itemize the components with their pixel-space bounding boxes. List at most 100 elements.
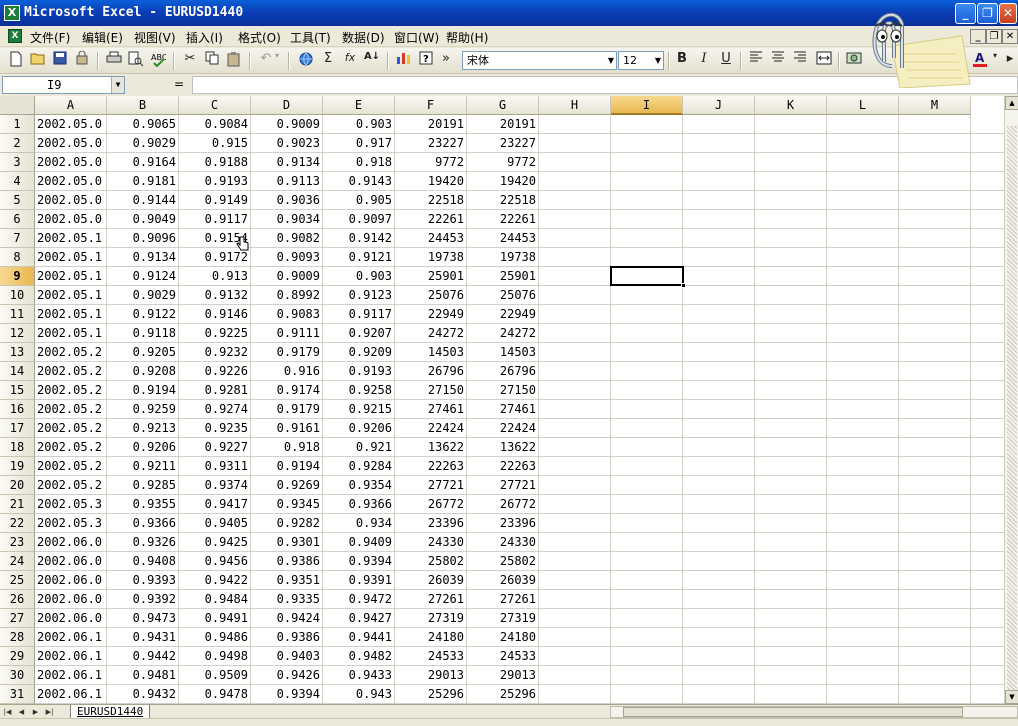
font-color-dropdown-icon[interactable]: ▾ <box>990 51 1000 71</box>
cell-d12[interactable]: 0.9111 <box>251 324 322 343</box>
cell-g28[interactable]: 24180 <box>467 628 538 647</box>
cell-a27[interactable]: 2002.06.0 <box>35 609 106 628</box>
cell-b14[interactable]: 0.9208 <box>107 362 178 381</box>
cell-e29[interactable]: 0.9482 <box>323 647 394 666</box>
cell-e22[interactable]: 0.934 <box>323 514 394 533</box>
next-sheet-icon[interactable]: ▶ <box>30 706 41 718</box>
cell-b1[interactable]: 0.9065 <box>107 115 178 134</box>
cell-e1[interactable]: 0.903 <box>323 115 394 134</box>
column-header-j[interactable]: J <box>683 96 755 115</box>
cell-f12[interactable]: 24272 <box>395 324 466 343</box>
cell-f14[interactable]: 26796 <box>395 362 466 381</box>
cell-e17[interactable]: 0.9206 <box>323 419 394 438</box>
permission-icon[interactable] <box>72 50 92 71</box>
cell-d28[interactable]: 0.9386 <box>251 628 322 647</box>
cell-f10[interactable]: 25076 <box>395 286 466 305</box>
doc-restore-button[interactable]: ❐ <box>986 29 1002 44</box>
row-header[interactable]: 15 <box>0 381 35 400</box>
cell-f27[interactable]: 27319 <box>395 609 466 628</box>
cell-b29[interactable]: 0.9442 <box>107 647 178 666</box>
column-header-i[interactable]: I <box>611 96 683 115</box>
cell-g8[interactable]: 19738 <box>467 248 538 267</box>
cell-c2[interactable]: 0.915 <box>179 134 250 153</box>
cell-e12[interactable]: 0.9207 <box>323 324 394 343</box>
cell-f3[interactable]: 9772 <box>395 153 466 172</box>
column-header-l[interactable]: L <box>827 96 899 115</box>
column-header-f[interactable]: F <box>395 96 467 115</box>
row-header[interactable]: 6 <box>0 210 35 229</box>
cell-b8[interactable]: 0.9134 <box>107 248 178 267</box>
cell-e21[interactable]: 0.9366 <box>323 495 394 514</box>
cell-d26[interactable]: 0.9335 <box>251 590 322 609</box>
cell-c16[interactable]: 0.9274 <box>179 400 250 419</box>
menu-help[interactable]: 帮助(H) <box>446 29 488 46</box>
cell-e16[interactable]: 0.9215 <box>323 400 394 419</box>
cell-a16[interactable]: 2002.05.2 <box>35 400 106 419</box>
cell-a3[interactable]: 2002.05.0 <box>35 153 106 172</box>
cell-e31[interactable]: 0.943 <box>323 685 394 704</box>
cell-f4[interactable]: 19420 <box>395 172 466 191</box>
row-header[interactable]: 14 <box>0 362 35 381</box>
cell-c31[interactable]: 0.9478 <box>179 685 250 704</box>
cell-b19[interactable]: 0.9211 <box>107 457 178 476</box>
cell-g12[interactable]: 24272 <box>467 324 538 343</box>
cell-b12[interactable]: 0.9118 <box>107 324 178 343</box>
cell-d29[interactable]: 0.9403 <box>251 647 322 666</box>
cell-f22[interactable]: 23396 <box>395 514 466 533</box>
cell-c10[interactable]: 0.9132 <box>179 286 250 305</box>
cell-e7[interactable]: 0.9142 <box>323 229 394 248</box>
row-header[interactable]: 24 <box>0 552 35 571</box>
align-left-icon[interactable] <box>746 51 766 71</box>
currency-style-icon[interactable] <box>844 51 864 71</box>
cell-g27[interactable]: 27319 <box>467 609 538 628</box>
cell-c18[interactable]: 0.9227 <box>179 438 250 457</box>
cell-b6[interactable]: 0.9049 <box>107 210 178 229</box>
column-header-c[interactable]: C <box>179 96 251 115</box>
cell-d27[interactable]: 0.9424 <box>251 609 322 628</box>
workbook-icon[interactable]: X <box>8 29 22 43</box>
cell-c3[interactable]: 0.9188 <box>179 153 250 172</box>
cell-f19[interactable]: 22263 <box>395 457 466 476</box>
cell-a1[interactable]: 2002.05.0 <box>35 115 106 134</box>
cell-e5[interactable]: 0.905 <box>323 191 394 210</box>
cell-d15[interactable]: 0.9174 <box>251 381 322 400</box>
cell-b9[interactable]: 0.9124 <box>107 267 178 286</box>
cell-a5[interactable]: 2002.05.0 <box>35 191 106 210</box>
prev-sheet-icon[interactable]: ◀ <box>16 706 27 718</box>
cell-g11[interactable]: 22949 <box>467 305 538 324</box>
row-header[interactable]: 8 <box>0 248 35 267</box>
cell-a17[interactable]: 2002.05.2 <box>35 419 106 438</box>
chevron-down-icon[interactable]: ▼ <box>111 77 124 93</box>
cell-c11[interactable]: 0.9146 <box>179 305 250 324</box>
cell-a9[interactable]: 2002.05.1 <box>35 267 106 286</box>
cell-c25[interactable]: 0.9422 <box>179 571 250 590</box>
cell-a30[interactable]: 2002.06.1 <box>35 666 106 685</box>
cell-b27[interactable]: 0.9473 <box>107 609 178 628</box>
sheet-tab[interactable]: EURUSD1440 <box>70 705 151 719</box>
cell-a23[interactable]: 2002.06.0 <box>35 533 106 552</box>
cell-b18[interactable]: 0.9206 <box>107 438 178 457</box>
cell-e8[interactable]: 0.9121 <box>323 248 394 267</box>
column-header-g[interactable]: G <box>467 96 539 115</box>
cell-g2[interactable]: 23227 <box>467 134 538 153</box>
row-header[interactable]: 7 <box>0 229 35 248</box>
doc-close-button[interactable]: ✕ <box>1002 29 1018 44</box>
row-header[interactable]: 1 <box>0 115 35 134</box>
cell-g14[interactable]: 26796 <box>467 362 538 381</box>
cell-g22[interactable]: 23396 <box>467 514 538 533</box>
cell-e15[interactable]: 0.9258 <box>323 381 394 400</box>
cell-d14[interactable]: 0.916 <box>251 362 322 381</box>
bold-button[interactable]: B <box>672 51 692 71</box>
cell-f9[interactable]: 25901 <box>395 267 466 286</box>
cell-f7[interactable]: 24453 <box>395 229 466 248</box>
cell-a8[interactable]: 2002.05.1 <box>35 248 106 267</box>
row-header[interactable]: 23 <box>0 533 35 552</box>
cell-b10[interactable]: 0.9029 <box>107 286 178 305</box>
column-header-b[interactable]: B <box>107 96 179 115</box>
column-header-a[interactable]: A <box>35 96 107 115</box>
cell-a4[interactable]: 2002.05.0 <box>35 172 106 191</box>
cell-d18[interactable]: 0.918 <box>251 438 322 457</box>
cell-g7[interactable]: 24453 <box>467 229 538 248</box>
cell-d8[interactable]: 0.9093 <box>251 248 322 267</box>
cell-f2[interactable]: 23227 <box>395 134 466 153</box>
